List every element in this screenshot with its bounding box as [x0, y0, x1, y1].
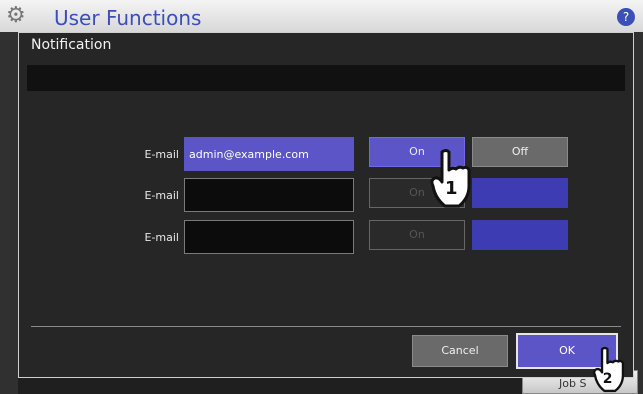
- hand-pointer-icon: 2: [593, 346, 625, 393]
- notification-dialog: Notification E-mail On Off E-mail On Off…: [18, 32, 634, 378]
- app-title: User Functions: [54, 6, 202, 30]
- callout-number-1: 1: [445, 178, 458, 199]
- app-left-strip: [0, 32, 18, 394]
- on-button-3[interactable]: On: [369, 220, 465, 250]
- app-right-strip: [633, 32, 643, 394]
- dialog-title: Notification: [31, 37, 112, 53]
- callout-number-2: 2: [603, 371, 613, 387]
- off-button-1[interactable]: Off: [472, 137, 568, 167]
- footer-divider: [31, 326, 621, 327]
- email-field-2[interactable]: [184, 178, 354, 212]
- app-header: ⚙ User Functions ?: [0, 0, 643, 32]
- email-field-1[interactable]: [184, 137, 354, 171]
- dialog-message-band: [27, 65, 625, 91]
- help-button[interactable]: ?: [617, 8, 635, 26]
- off-button-3[interactable]: Off: [472, 220, 568, 250]
- email-label-1: E-mail: [144, 148, 180, 161]
- cancel-button[interactable]: Cancel: [412, 335, 508, 367]
- email-field-3[interactable]: [184, 220, 354, 254]
- email-label-3: E-mail: [144, 231, 180, 244]
- hand-pointer-icon: 1: [430, 149, 471, 208]
- off-button-2[interactable]: Off: [472, 178, 568, 208]
- gear-icon: ⚙: [6, 3, 26, 28]
- email-label-2: E-mail: [144, 189, 180, 202]
